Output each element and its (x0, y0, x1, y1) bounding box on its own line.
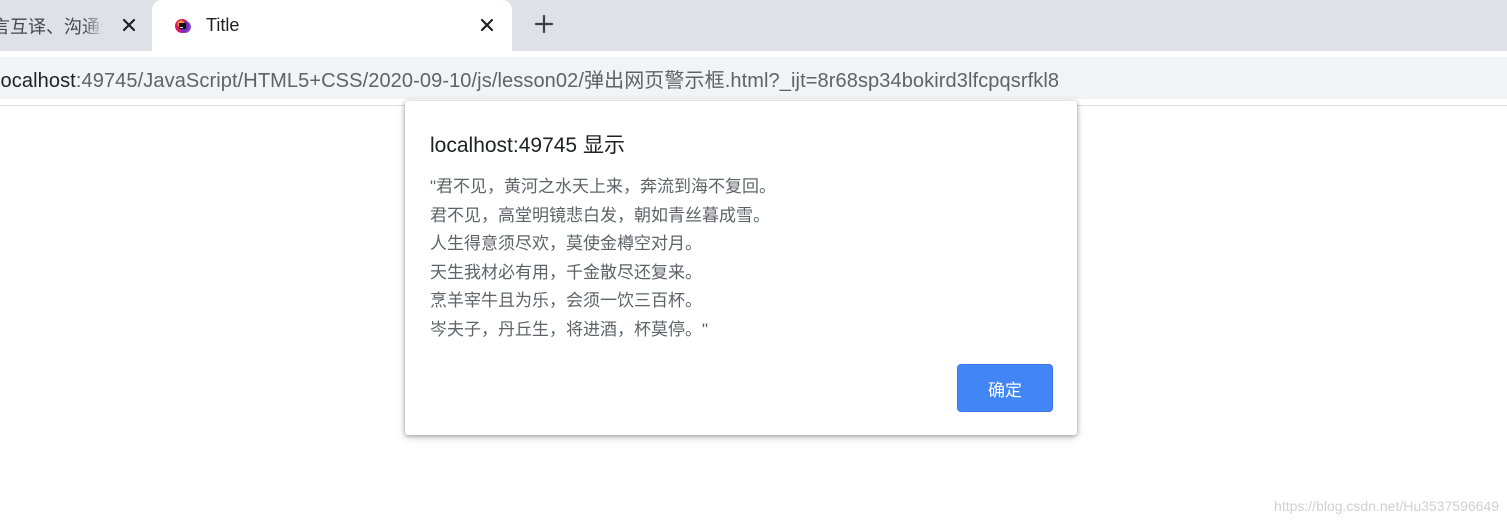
tab-title: 言互译、沟通全 (0, 16, 104, 37)
close-icon[interactable] (118, 14, 140, 36)
tab-strip: 言互译、沟通全 Title (0, 0, 1507, 51)
address-bar[interactable]: localhost:49745/JavaScript/HTML5+CSS/202… (0, 57, 1507, 99)
message-line: "君不见，黄河之水天上来，奔流到海不复回。 (430, 177, 777, 196)
tab-title: Title (206, 15, 240, 35)
message-line: 天生我材必有用，千金散尽还复来。 (430, 262, 702, 282)
url-path: :49745/JavaScript/HTML5+CSS/2020-09-10/j… (75, 69, 1060, 92)
message-line: 岑夫子，丹丘生，将进酒，杯莫停。" (430, 319, 709, 339)
dialog-message: "君不见，黄河之水天上来，奔流到海不复回。 君不见，高堂明镜悲白发，朝如青丝暮成… (430, 173, 776, 344)
close-icon[interactable] (476, 14, 498, 36)
url-host: localhost (0, 69, 76, 92)
message-line: 人生得意须尽欢，莫使金樽空对月。 (430, 234, 702, 253)
url-text: localhost:49745/JavaScript/HTML5+CSS/202… (0, 64, 1059, 93)
alert-dialog: localhost:49745 显示 "君不见，黄河之水天上来，奔流到海不复回。… (405, 101, 1077, 435)
watermark: https://blog.csdn.net/Hu3537596649 (1274, 498, 1499, 514)
new-tab-button[interactable] (530, 12, 558, 40)
plus-icon (534, 14, 554, 39)
app-favicon-icon (174, 17, 192, 35)
ok-button[interactable]: 确定 (957, 364, 1053, 412)
tab-title-page[interactable]: Title (152, 0, 512, 51)
dialog-title: localhost:49745 显示 (430, 134, 625, 157)
message-line: 烹羊宰牛且为乐，会须一饮三百杯。 (430, 291, 702, 310)
toolbar: localhost:49745/JavaScript/HTML5+CSS/202… (0, 51, 1507, 106)
tab-translate[interactable]: 言互译、沟通全 (0, 0, 152, 51)
message-line: 君不见，高堂明镜悲白发，朝如青丝暮成雪。 (430, 205, 770, 225)
